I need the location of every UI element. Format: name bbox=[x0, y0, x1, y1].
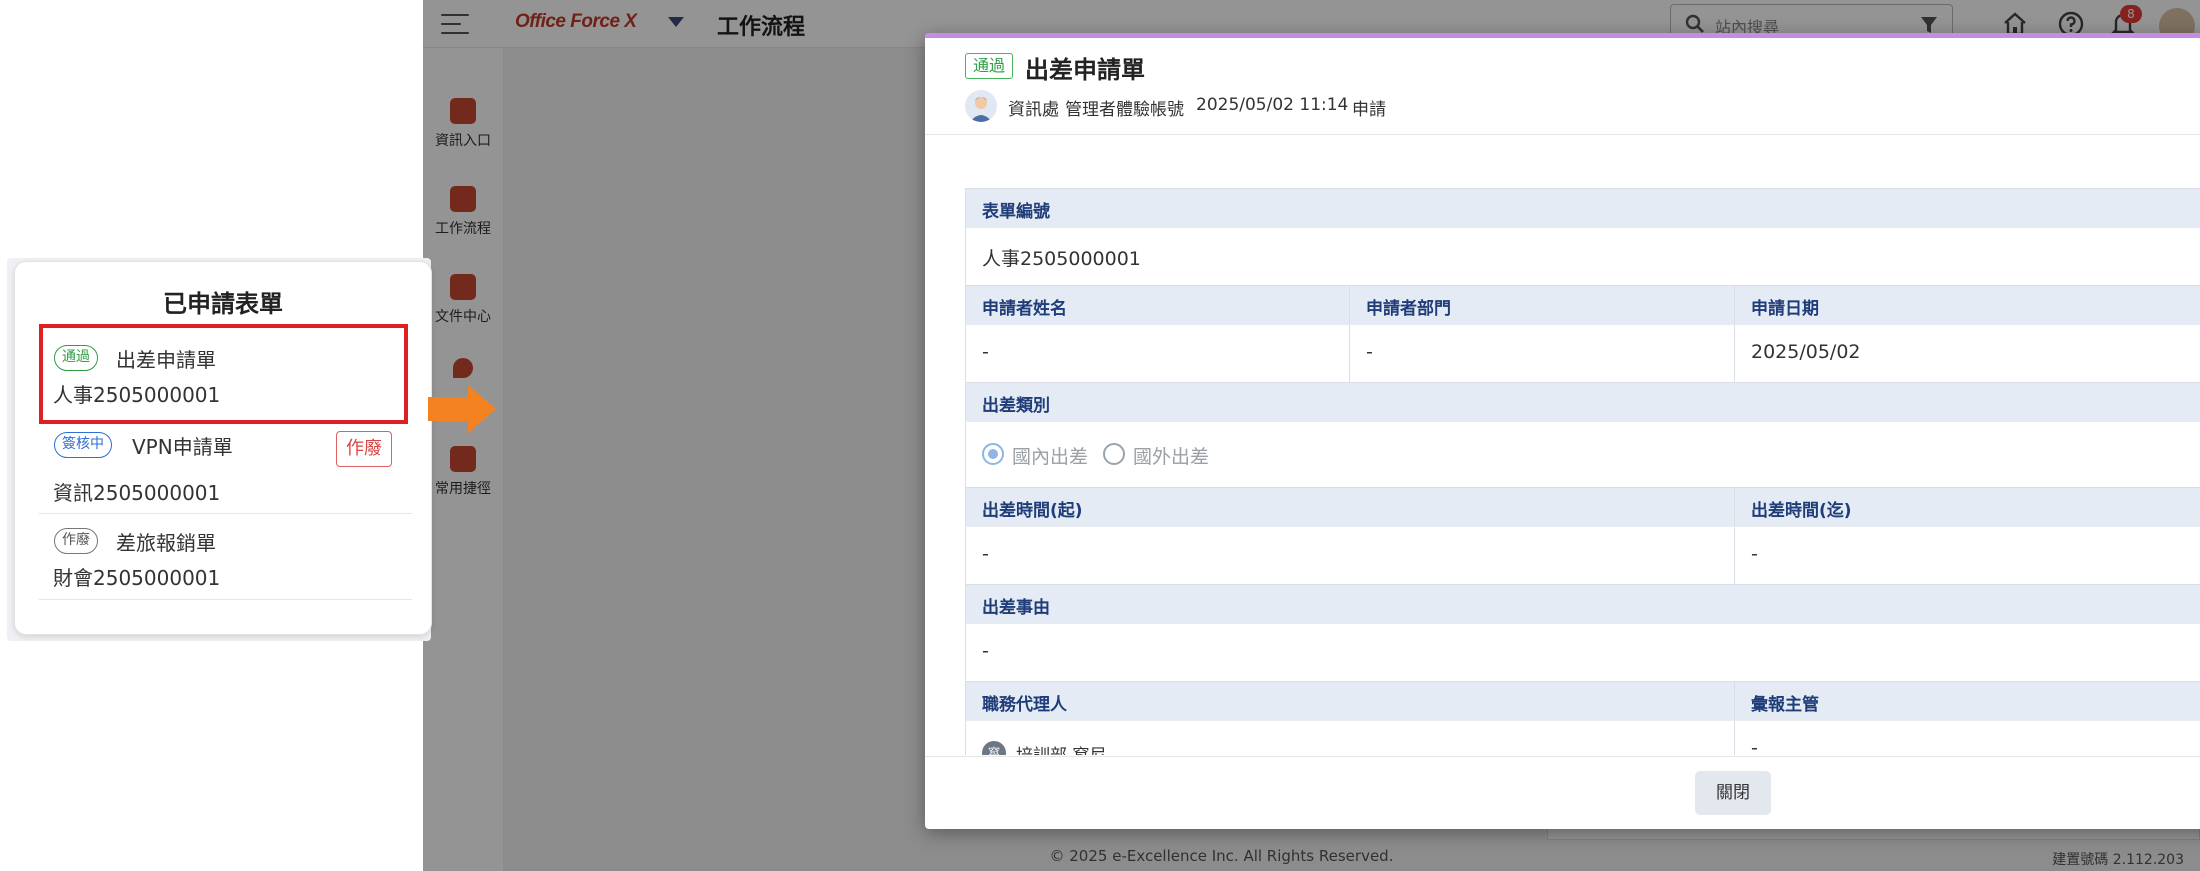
value-row: 窩 培訓部 窩尼 - bbox=[965, 720, 2200, 755]
form-code: 人事2505000001 bbox=[53, 383, 221, 407]
arrow-right-icon bbox=[428, 385, 496, 433]
cell: 申請者部門 bbox=[1350, 286, 1735, 324]
form-name[interactable]: 出差申請單 bbox=[116, 344, 216, 373]
form-code: 財會2505000001 bbox=[53, 566, 221, 590]
applicant-dept: 資訊處 bbox=[1008, 100, 1059, 120]
reason-value: - bbox=[982, 640, 989, 662]
end-value: - bbox=[1751, 543, 1758, 565]
supervisor-value: - bbox=[1751, 737, 1758, 755]
cell: 彙報主管 bbox=[1735, 682, 2200, 720]
name-label: 申請者姓名 bbox=[982, 299, 1067, 319]
card-title: 已申請表單 bbox=[163, 290, 283, 318]
cell: - bbox=[1735, 721, 2200, 755]
cell: - bbox=[966, 325, 1350, 382]
footer-separator bbox=[925, 756, 2200, 757]
name-value: - bbox=[982, 341, 989, 363]
close-button[interactable]: 關閉 bbox=[1695, 771, 1771, 815]
cell: 出差時間(起) bbox=[966, 488, 1735, 526]
form-code: 資訊2505000001 bbox=[53, 481, 221, 505]
applied-forms-callout: 已申請表單 通過 出差申請單 人事2505000001 簽核中 VPN申請單 作… bbox=[7, 258, 432, 641]
cell: - bbox=[966, 527, 1735, 584]
label-row: 出差時間(起) 出差時間(迄) bbox=[965, 487, 2200, 526]
app-window: Office Force X 工作流程 站內搜尋 8 資訊入口 工作流程 文件中… bbox=[423, 0, 2200, 871]
date-label: 申請日期 bbox=[1751, 299, 1819, 319]
date-value: 2025/05/02 bbox=[1751, 341, 1861, 363]
value-row: 國內出差 國外出差 bbox=[965, 421, 2200, 487]
radio-overseas-label: 國外出差 bbox=[1133, 446, 1210, 468]
list-divider bbox=[39, 513, 412, 514]
label-row: 申請者姓名 申請者部門 申請日期 bbox=[965, 285, 2200, 324]
cell: 出差時間(迄) bbox=[1735, 488, 2200, 526]
agent-avatar: 窩 bbox=[982, 741, 1006, 755]
dialog-accent-bar bbox=[925, 33, 2200, 38]
reason-label: 出差事由 bbox=[982, 598, 1050, 618]
start-value: - bbox=[982, 543, 989, 565]
list-divider bbox=[39, 599, 412, 600]
status-badge: 通過 bbox=[54, 345, 98, 371]
start-label: 出差時間(起) bbox=[982, 501, 1083, 521]
agent-value: 培訓部 窩尼 bbox=[1016, 741, 1106, 755]
end-label: 出差時間(迄) bbox=[1751, 501, 1852, 521]
cell: 2025/05/02 bbox=[1735, 325, 2200, 382]
dept-label: 申請者部門 bbox=[1366, 299, 1451, 319]
value-row: - - bbox=[965, 526, 2200, 584]
apply-action: 申請 bbox=[1352, 100, 1386, 120]
highlight-box bbox=[39, 324, 408, 424]
cell: 職務代理人 bbox=[966, 682, 1735, 720]
dept-value: - bbox=[1366, 341, 1373, 363]
label-row: 表單編號 bbox=[965, 188, 2200, 227]
value-row: - bbox=[965, 623, 2200, 681]
value-row: 人事2505000001 bbox=[965, 227, 2200, 285]
applicant-avatar bbox=[965, 90, 997, 122]
header-separator bbox=[925, 134, 2200, 135]
label-row: 出差事由 bbox=[965, 584, 2200, 623]
apply-datetime: 2025/05/02 11:14 bbox=[1196, 95, 1349, 115]
status-badge: 作廢 bbox=[54, 528, 98, 554]
cell: - bbox=[1350, 325, 1735, 382]
form-detail-dialog: 通過 出差申請單 資訊處 管理者體驗帳號 2025/05/02 11:14 申請… bbox=[925, 33, 2200, 829]
radio-overseas[interactable] bbox=[1103, 443, 1125, 465]
type-label: 出差類別 bbox=[982, 396, 1050, 416]
form-body: 表單編號 人事2505000001 申請者姓名 申請者部門 申請日期 - - 2… bbox=[965, 155, 2200, 755]
radio-domestic[interactable] bbox=[982, 443, 1004, 465]
cell: 窩 培訓部 窩尼 bbox=[966, 721, 1735, 755]
form-no-value: 人事2505000001 bbox=[982, 248, 1141, 270]
void-button[interactable]: 作廢 bbox=[336, 431, 392, 467]
form-name[interactable]: 差旅報銷單 bbox=[116, 527, 216, 556]
supervisor-label: 彙報主管 bbox=[1751, 695, 1819, 715]
applied-forms-card: 已申請表單 通過 出差申請單 人事2505000001 簽核中 VPN申請單 作… bbox=[14, 261, 432, 635]
cell: 申請者姓名 bbox=[966, 286, 1350, 324]
applicant-name: 管理者體驗帳號 bbox=[1065, 100, 1184, 120]
form-no-label: 表單編號 bbox=[982, 202, 1050, 222]
label-row: 職務代理人 彙報主管 bbox=[965, 681, 2200, 720]
dialog-title: 出差申請單 bbox=[1025, 56, 1145, 84]
status-badge: 簽核中 bbox=[54, 432, 112, 458]
form-name[interactable]: VPN申請單 bbox=[132, 431, 233, 460]
agent-label: 職務代理人 bbox=[982, 695, 1067, 715]
label-row: 出差類別 bbox=[965, 382, 2200, 421]
value-row: - - 2025/05/02 bbox=[965, 324, 2200, 382]
radio-domestic-label: 國內出差 bbox=[1012, 446, 1089, 468]
cell: 申請日期 bbox=[1735, 286, 2200, 324]
cell: - bbox=[1735, 527, 2200, 584]
status-badge: 通過 bbox=[965, 53, 1014, 79]
